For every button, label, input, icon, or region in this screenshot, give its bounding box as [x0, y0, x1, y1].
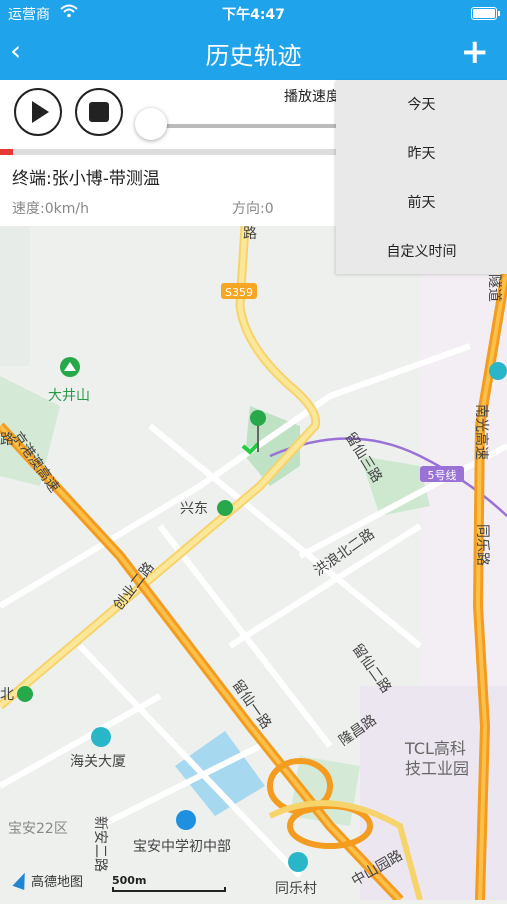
direction-value: 方向:0 [232, 201, 274, 217]
nav-bar: ‹ 历史轨迹 + [0, 26, 507, 80]
speed-slider-label: 播放速度 [284, 89, 340, 105]
s359-shield-label: S359 [225, 286, 253, 299]
poi-icon-right[interactable] [489, 362, 507, 380]
status-bar: 运营商 下午4:47 [0, 0, 507, 26]
page-title: 历史轨迹 [205, 42, 302, 70]
tcl2-label: 技工业园 [405, 759, 469, 778]
map-view[interactable]: S359 5号线 大井山 兴东 北 路 路 海关大厦 宝安22区 宝安中学初中部… [0, 225, 507, 904]
amap-logo: 高德地图 [12, 871, 83, 891]
metro-station-icon-2[interactable] [17, 686, 33, 702]
suidao-label: 隧道 [486, 274, 502, 302]
amap-logo-icon [10, 872, 31, 893]
bei-label: 北 [0, 687, 14, 703]
terminal-name: 终端:张小博-带测温 [12, 169, 160, 189]
location-pin-icon[interactable] [250, 410, 266, 426]
map-scale-bar [112, 887, 226, 892]
speed-slider-knob[interactable] [135, 108, 167, 140]
amap-logo-text: 高德地图 [31, 875, 84, 890]
haiguan-label: 海关大厦 [70, 754, 126, 770]
battery-icon [471, 7, 500, 20]
speed-slider-track[interactable] [150, 124, 350, 128]
baoan22-label: 宝安22区 [8, 821, 68, 837]
playback-progress-fill [0, 149, 14, 155]
school-poi-icon[interactable] [176, 810, 196, 830]
play-icon [32, 101, 49, 123]
xingdong-label: 兴东 [180, 501, 208, 517]
clock: 下午4:47 [222, 7, 285, 23]
tongle-lu-label: 同乐路 [474, 524, 490, 566]
playback-progress[interactable] [0, 149, 337, 155]
xinan-label: 新安二路 [92, 816, 108, 872]
nanguang-label: 南光高速 [473, 404, 490, 460]
building-poi-icon[interactable] [91, 727, 111, 747]
stop-icon [89, 102, 109, 122]
zhongxue-label: 宝安中学初中部 [133, 838, 231, 855]
play-button[interactable] [14, 88, 62, 136]
date-menu: 今天 昨天 前天 自定义时间 [336, 80, 507, 274]
tongle-cun-label: 同乐村 [275, 881, 317, 897]
speed-value: 速度:0km/h [12, 201, 89, 217]
map-canvas: S359 5号线 大井山 兴东 北 路 路 海关大厦 宝安22区 宝安中学初中部… [0, 225, 507, 904]
stop-button[interactable] [75, 88, 123, 136]
village-poi-icon[interactable] [288, 852, 308, 872]
map-scale-label: 500m [112, 874, 147, 887]
dajingshan-label: 大井山 [48, 388, 90, 404]
metro-station-icon[interactable] [217, 500, 233, 516]
lu-top-label: 路 [243, 226, 257, 242]
menu-item-custom-time[interactable]: 自定义时间 [336, 241, 507, 261]
metro-line-5-label: 5号线 [428, 468, 457, 482]
add-button[interactable]: + [461, 32, 490, 72]
menu-item-day-before[interactable]: 前天 [336, 192, 507, 212]
menu-item-yesterday[interactable]: 昨天 [336, 143, 507, 163]
tcl-label: TCL高科 [404, 739, 466, 758]
menu-item-today[interactable]: 今天 [336, 94, 507, 114]
